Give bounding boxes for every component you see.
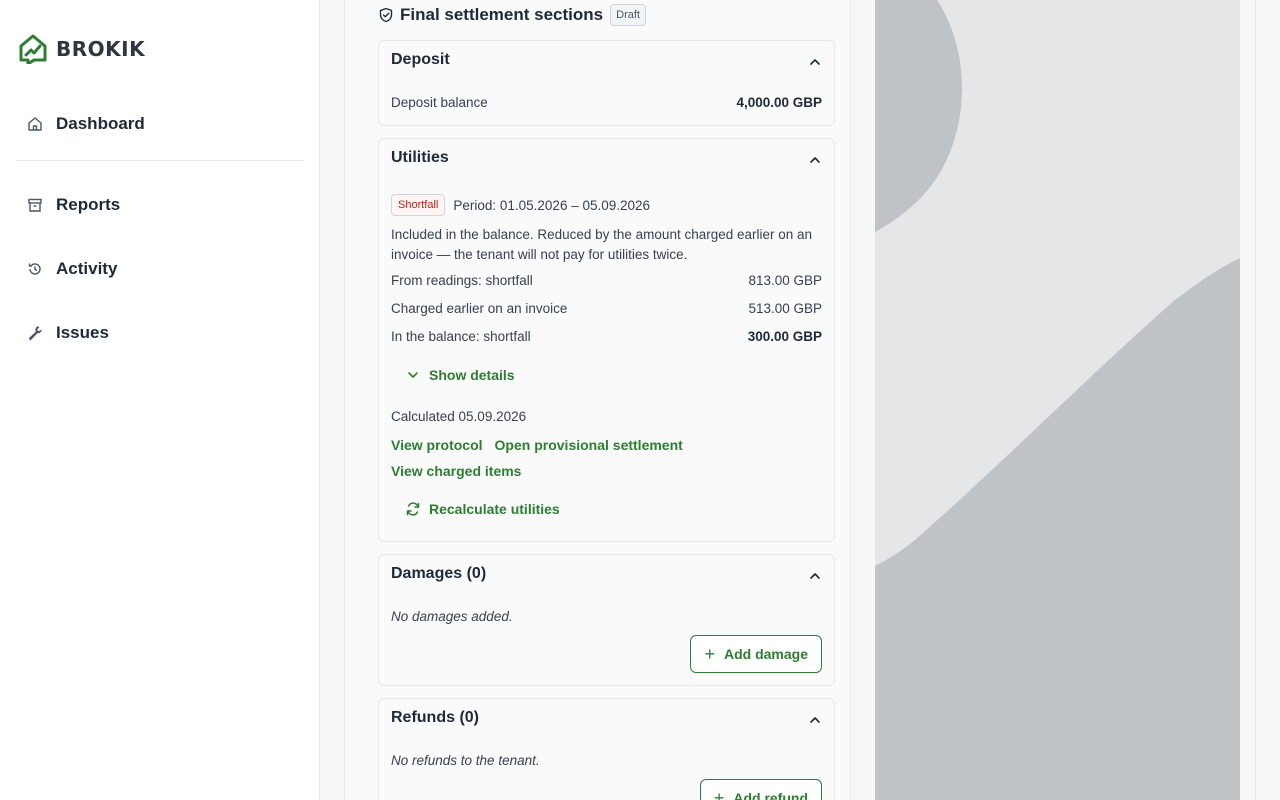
period-text: Period: 01.05.2026 – 05.09.2026	[453, 197, 651, 213]
row-label: Charged earlier on an invoice	[391, 301, 568, 316]
logo-mark-icon	[19, 34, 47, 64]
row-label: From readings: shortfall	[391, 273, 533, 288]
right-divider	[1255, 0, 1256, 800]
view-charged-items-link[interactable]: View charged items	[391, 463, 521, 479]
sidebar-item-dashboard[interactable]: Dashboard	[26, 114, 145, 134]
utilities-row: In the balance: shortfall 300.00 GBP	[391, 329, 822, 344]
show-details-label: Show details	[429, 367, 515, 383]
sidebar-item-activity[interactable]: Activity	[26, 259, 117, 279]
section-title: Deposit	[391, 51, 450, 68]
brand-logo[interactable]: BROKIK	[18, 33, 145, 64]
chevron-down-icon	[408, 372, 418, 378]
row-value: 813.00 GBP	[748, 273, 822, 288]
chevron-up-icon[interactable]	[808, 55, 822, 69]
utilities-row: From readings: shortfall 813.00 GBP	[391, 273, 822, 288]
damages-section: Damages (0) No damages added. + Add dama…	[378, 554, 835, 686]
history-icon	[26, 260, 44, 278]
main-gutter	[320, 0, 344, 800]
add-damage-label: Add damage	[723, 646, 808, 662]
section-title: Refunds (0)	[391, 709, 479, 726]
calculated-date: Calculated 05.09.2026	[391, 409, 527, 424]
deposit-section: Deposit Deposit balance 4,000.00 GBP	[378, 40, 835, 126]
recalculate-utilities-label: Recalculate utilities	[429, 501, 560, 517]
sidebar-item-issues[interactable]: Issues	[26, 323, 109, 343]
sidebar-item-label: Issues	[56, 323, 109, 342]
utilities-description: Included in the balance. Reduced by the …	[391, 227, 813, 262]
open-provisional-settlement-link[interactable]: Open provisional settlement	[495, 437, 683, 453]
row-value: 513.00 GBP	[748, 301, 822, 316]
row-label: Deposit balance	[391, 95, 488, 110]
sidebar-item-reports[interactable]: Reports	[26, 195, 120, 215]
sidebar-divider	[16, 160, 304, 161]
plus-icon: +	[713, 788, 725, 800]
utilities-row: Charged earlier on an invoice 513.00 GBP	[391, 301, 822, 316]
damages-empty-note: No damages added.	[391, 609, 513, 624]
status-badge: Draft	[610, 4, 646, 26]
period-line: Shortfall Period: 01.05.2026 – 05.09.202…	[391, 194, 650, 216]
show-details-toggle[interactable]: Show details	[407, 367, 515, 383]
decorative-shapes	[875, 0, 1240, 800]
section-title: Damages (0)	[391, 565, 487, 582]
shortfall-badge: Shortfall	[391, 194, 446, 216]
panel-header: Final settlement sections Draft	[378, 4, 646, 26]
refunds-empty-note: No refunds to the tenant.	[391, 753, 540, 768]
row-value: 300.00 GBP	[747, 329, 822, 344]
archive-icon	[26, 196, 44, 214]
final-settlement-panel: Final settlement sections Draft Deposit …	[344, 0, 851, 800]
utilities-links-secondary: View charged items	[391, 463, 521, 481]
view-protocol-link[interactable]: View protocol	[391, 437, 483, 453]
add-damage-button[interactable]: + Add damage	[690, 635, 822, 673]
chevron-up-icon[interactable]	[808, 153, 822, 167]
shield-check-icon	[378, 7, 394, 23]
utilities-links: View protocol Open provisional settlemen…	[391, 437, 683, 453]
add-refund-button[interactable]: + Add refund	[699, 779, 822, 800]
row-label: In the balance: shortfall	[391, 329, 531, 344]
section-title: Utilities	[391, 149, 449, 166]
row-value: 4,000.00 GBP	[736, 95, 822, 110]
home-icon	[26, 115, 44, 133]
recalculate-utilities-button[interactable]: Recalculate utilities	[405, 501, 560, 517]
sidebar-item-label: Reports	[56, 195, 121, 214]
wrench-icon	[26, 324, 44, 342]
sidebar: BROKIK Dashboard Reports Activity Issues	[0, 0, 320, 800]
brand-name: BROKIK	[56, 36, 146, 61]
sidebar-item-label: Dashboard	[56, 114, 145, 133]
right-gutter	[1240, 0, 1280, 800]
decorative-background	[875, 0, 1240, 800]
refresh-icon	[406, 502, 420, 516]
sidebar-item-label: Activity	[56, 259, 118, 278]
chevron-up-icon[interactable]	[808, 569, 822, 583]
utilities-section: Utilities Shortfall Period: 01.05.2026 –…	[378, 138, 835, 542]
refunds-section: Refunds (0) No refunds to the tenant. + …	[378, 698, 835, 800]
page-title: Final settlement sections	[400, 5, 604, 24]
deposit-balance-row: Deposit balance 4,000.00 GBP	[391, 95, 822, 110]
add-refund-label: Add refund	[733, 790, 808, 800]
plus-icon: +	[704, 644, 715, 664]
chevron-up-icon[interactable]	[808, 713, 822, 727]
